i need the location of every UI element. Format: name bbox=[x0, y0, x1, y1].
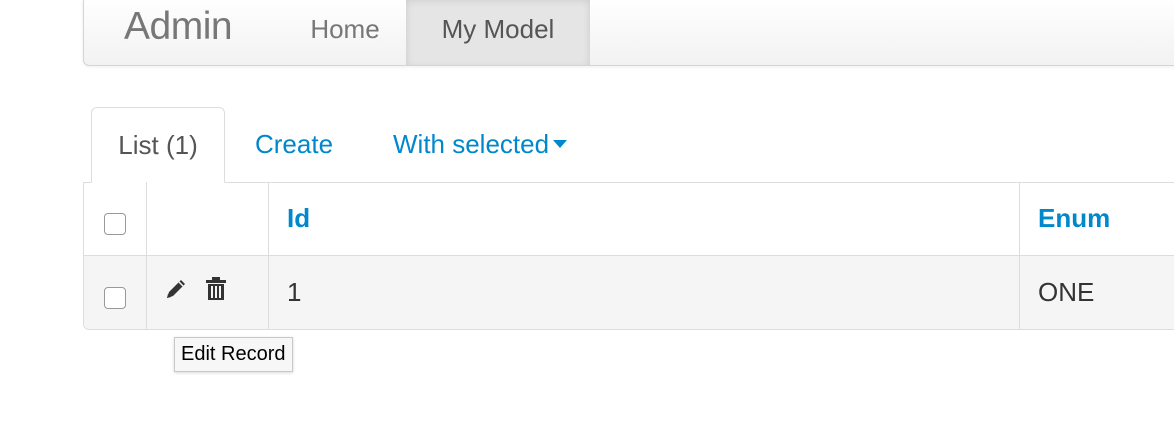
column-header-enum[interactable]: Enum bbox=[1019, 182, 1174, 256]
top-navbar: Admin Home My Model bbox=[83, 0, 1174, 66]
column-header-id-label: Id bbox=[287, 203, 311, 233]
cell-id: 1 bbox=[268, 255, 1020, 329]
nav-my-model[interactable]: My Model bbox=[406, 0, 590, 65]
column-header-id[interactable]: Id bbox=[268, 182, 1020, 256]
nav-home[interactable]: Home bbox=[284, 0, 406, 65]
cell-enum: ONE bbox=[1019, 255, 1174, 329]
table-row: 1 ONE bbox=[84, 255, 1174, 329]
pencil-icon[interactable] bbox=[163, 276, 189, 309]
caret-down-icon bbox=[553, 140, 568, 149]
brand[interactable]: Admin bbox=[124, 5, 233, 49]
column-header-enum-label: Enum bbox=[1038, 203, 1111, 233]
row-checkbox[interactable] bbox=[104, 286, 126, 309]
row-select-cell bbox=[84, 255, 147, 329]
tab-list[interactable]: List (1) bbox=[91, 107, 225, 183]
edit-record-tooltip: Edit Record bbox=[174, 337, 293, 372]
records-table: Id Enum 1 ONE bbox=[83, 182, 1174, 330]
list-tabs: List (1) Create With selected bbox=[83, 105, 1174, 183]
trash-icon[interactable] bbox=[204, 276, 228, 309]
table-header-row: Id Enum bbox=[84, 182, 1174, 256]
with-selected-label: With selected bbox=[393, 129, 550, 159]
select-all-cell bbox=[84, 182, 147, 256]
with-selected-dropdown[interactable]: With selected bbox=[393, 107, 568, 181]
actions-header bbox=[146, 182, 269, 256]
select-all-checkbox[interactable] bbox=[104, 212, 126, 235]
row-actions bbox=[146, 255, 269, 329]
tab-create[interactable]: Create bbox=[255, 107, 333, 181]
